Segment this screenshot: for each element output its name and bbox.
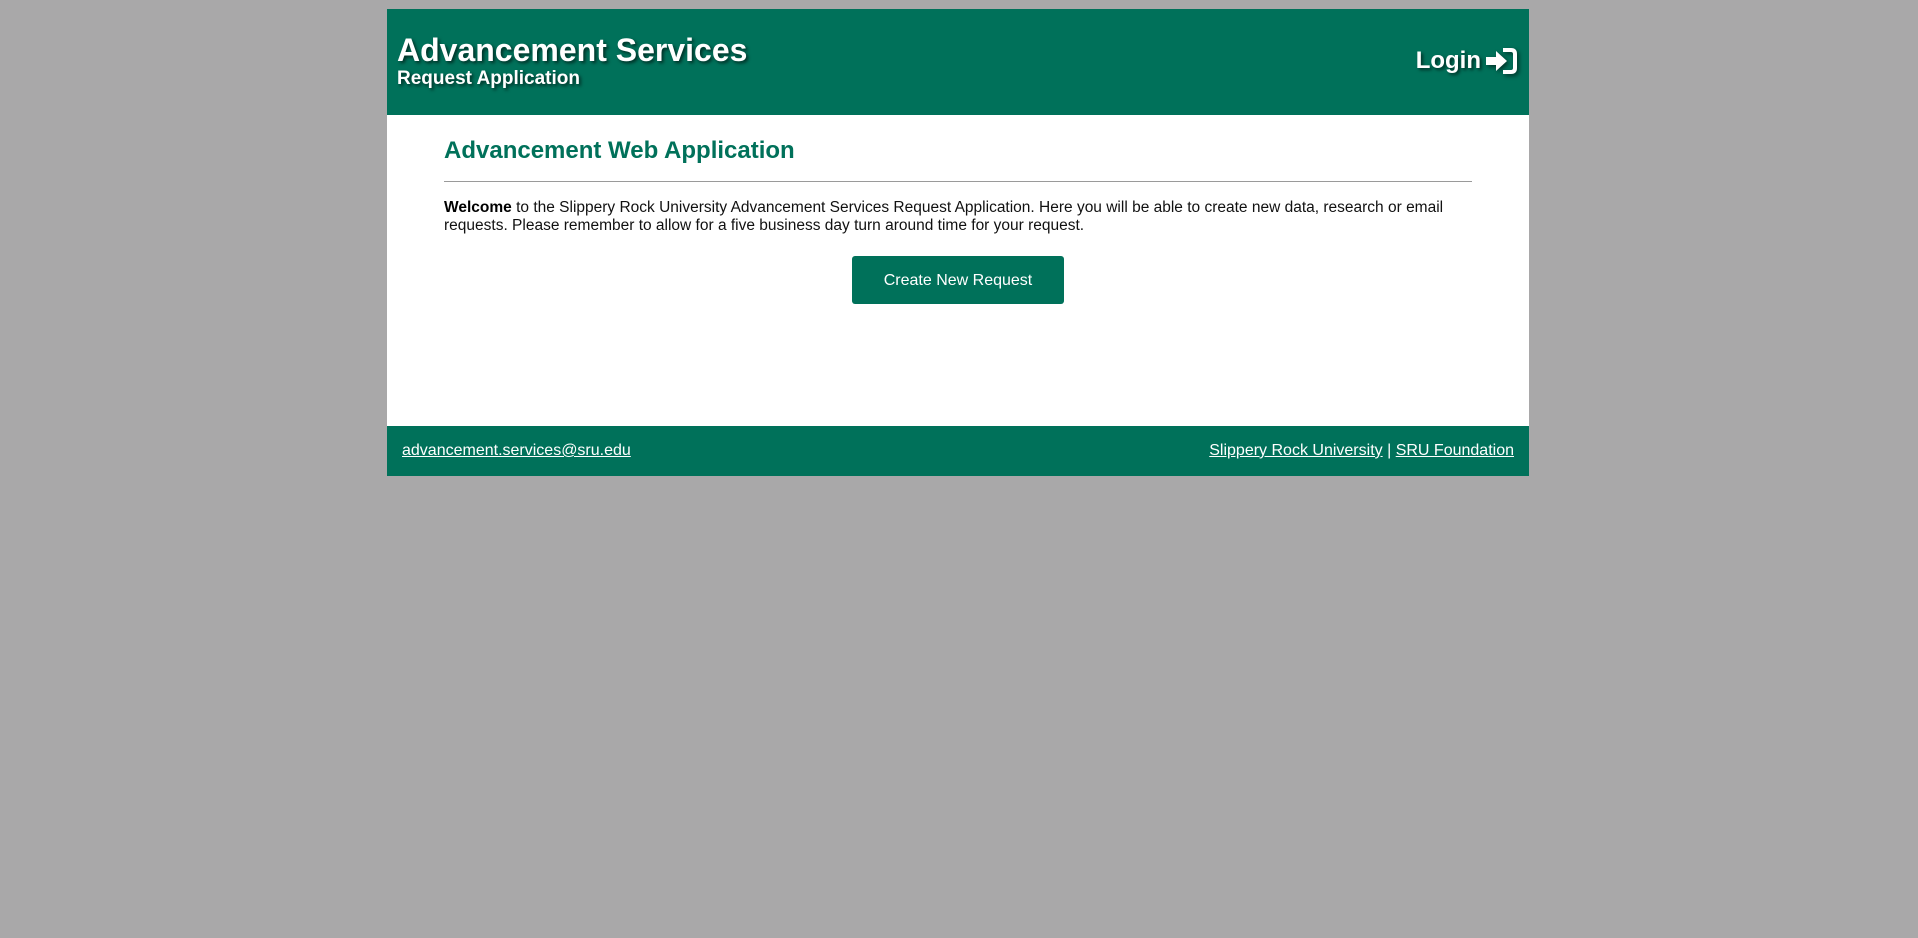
foundation-link[interactable]: SRU Foundation	[1396, 442, 1514, 459]
welcome-text: to the Slippery Rock University Advancem…	[444, 199, 1444, 234]
page-frame: Advancement Services Request Application…	[387, 9, 1529, 476]
page-title: Advancement Web Application	[444, 137, 795, 164]
university-link[interactable]: Slippery Rock University	[1209, 442, 1382, 459]
site-title: Advancement Services	[397, 32, 748, 68]
site-subtitle: Request Application	[397, 68, 580, 89]
email-link[interactable]: advancement.services@sru.edu	[402, 442, 631, 460]
footer-links: Slippery Rock University | SRU Foundatio…	[1209, 442, 1514, 460]
create-new-request-button[interactable]: Create New Request	[852, 256, 1064, 304]
main-content: Advancement Web Application Welcome to t…	[387, 115, 1529, 426]
welcome-message: Welcome to the Slippery Rock University …	[444, 199, 1472, 235]
sign-in-icon	[1485, 47, 1517, 75]
footer-separator: |	[1387, 442, 1392, 459]
site-footer: advancement.services@sru.edu Slippery Ro…	[387, 426, 1529, 476]
login-label: Login	[1415, 47, 1481, 74]
divider	[444, 181, 1472, 182]
welcome-bold: Welcome	[444, 199, 512, 216]
site-header: Advancement Services Request Application…	[387, 9, 1529, 115]
login-button[interactable]: Login	[1416, 47, 1517, 75]
